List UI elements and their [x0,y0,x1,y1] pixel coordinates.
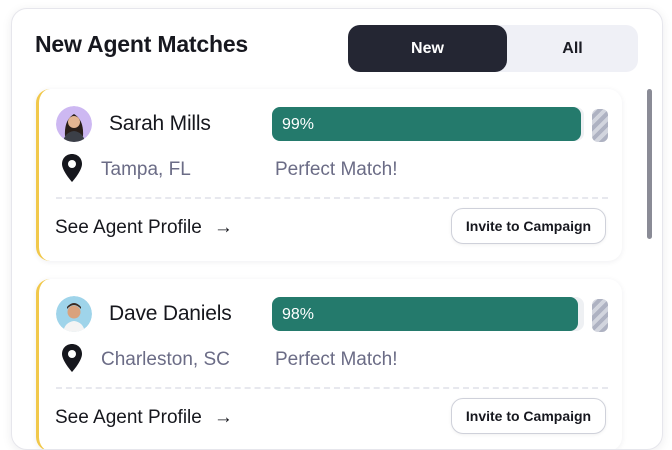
striped-indicator [592,109,608,142]
agent-matches-panel: New Agent Matches New All Sarah Mills Ta… [11,8,663,450]
match-status-text: Perfect Match! [275,159,398,180]
tab-all[interactable]: All [507,25,638,72]
profile-link-label: See Agent Profile [55,407,202,428]
avatar [56,106,92,142]
tab-new[interactable]: New [348,25,507,72]
see-agent-profile-link[interactable]: See Agent Profile → [55,407,233,429]
match-score-label: 99% [282,116,315,133]
agent-name: Sarah Mills [109,112,211,135]
match-status-text: Perfect Match! [275,349,398,370]
match-score-fill: 99% [272,107,581,141]
match-score-fill: 98% [272,297,578,331]
match-score-bar: 98% [272,297,584,331]
matches-list[interactable]: Sarah Mills Tampa, FL 99% Perfect Match!… [12,89,662,449]
match-score-label: 98% [282,306,315,323]
arrow-right-icon: → [213,217,233,238]
panel-title: New Agent Matches [35,31,249,57]
see-agent-profile-link[interactable]: See Agent Profile → [55,217,233,239]
agent-location: Charleston, SC [101,349,230,370]
match-score-bar: 99% [272,107,584,141]
agent-name: Dave Daniels [109,302,232,325]
map-pin-icon [62,344,82,372]
invite-to-campaign-button[interactable]: Invite to Campaign [451,208,606,244]
divider [56,387,608,389]
profile-link-label: See Agent Profile [55,217,202,238]
arrow-right-icon: → [213,407,233,428]
agent-location: Tampa, FL [101,159,191,180]
agent-card: Dave Daniels Charleston, SC 98% Perfect … [36,279,622,449]
filter-toggle: New All [348,25,638,72]
avatar [56,296,92,332]
divider [56,197,608,199]
scrollbar[interactable] [647,89,652,239]
agent-card: Sarah Mills Tampa, FL 99% Perfect Match!… [36,89,622,261]
invite-to-campaign-button[interactable]: Invite to Campaign [451,398,606,434]
map-pin-icon [62,154,82,182]
striped-indicator [592,299,608,332]
